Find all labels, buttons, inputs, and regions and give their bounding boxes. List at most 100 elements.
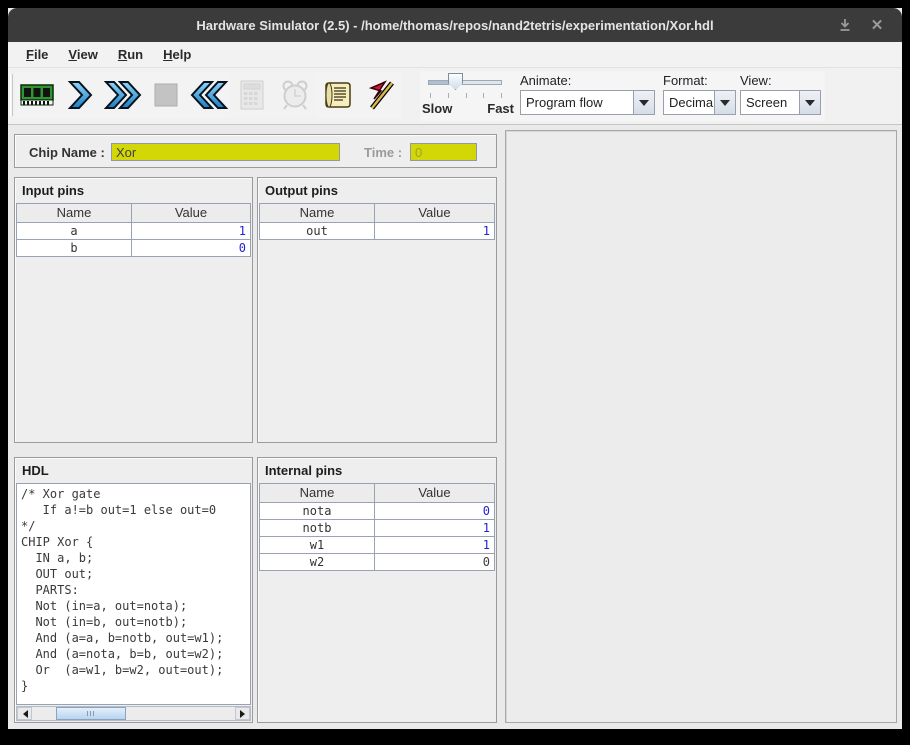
toolbar-grip[interactable] (10, 74, 13, 116)
time-field: 0 (410, 143, 477, 161)
code-line: OUT out; (21, 566, 250, 582)
load-chip-button[interactable] (15, 72, 58, 118)
close-icon[interactable]: ✕ (866, 15, 888, 35)
toolbar: Slow Fast Animate: Program flow Format: … (8, 68, 902, 125)
format-select[interactable]: Decimal (663, 90, 736, 115)
table-row: out 1 (260, 223, 494, 240)
view-group: View: Screen (736, 71, 825, 121)
pin-name: w2 (260, 554, 375, 570)
clock-button (273, 72, 316, 118)
pin-name: a (17, 223, 132, 239)
output-pins-table: Name Value out 1 (259, 203, 495, 240)
scroll-thumb[interactable] (56, 707, 126, 720)
reset-button[interactable] (187, 72, 230, 118)
code-line: If a!=b out=1 else out=0 (21, 502, 250, 518)
window-title: Hardware Simulator (2.5) - /home/thomas/… (8, 18, 902, 33)
slow-label: Slow (422, 101, 452, 116)
pin-value[interactable]: 1 (132, 223, 250, 239)
menu-view[interactable]: View (58, 44, 107, 65)
titlebar: Hardware Simulator (2.5) - /home/thomas/… (8, 8, 902, 42)
toolbar-buttons (15, 72, 402, 118)
chip-name-label: Chip Name : (29, 145, 105, 160)
output-pins-panel: Output pins Name Value out 1 (257, 177, 497, 443)
speed-slider-track[interactable] (428, 80, 502, 85)
double-chevron-left-icon (189, 78, 229, 112)
run-button[interactable] (101, 72, 144, 118)
chevron-down-icon[interactable] (799, 91, 820, 114)
table-row: w2 0 (260, 554, 494, 571)
time-label: Time : (364, 145, 402, 160)
animate-select[interactable]: Program flow (520, 90, 655, 115)
hdl-panel: HDL /* Xor gate If a!=b out=1 else out=0… (14, 457, 253, 723)
screen-panel (505, 130, 897, 723)
speed-slider-ticks (430, 93, 502, 98)
view-select[interactable]: Screen (740, 90, 821, 115)
red-flag-icon (364, 78, 398, 112)
pin-value: 0 (375, 503, 494, 519)
breakpoints-button[interactable] (359, 72, 402, 118)
double-chevron-right-icon (103, 78, 143, 112)
main-area: Chip Name : Xor Time : 0 Input pins Name… (8, 125, 902, 729)
format-group: Format: Decimal (659, 71, 740, 121)
pin-name: w1 (260, 537, 375, 553)
scroll-track[interactable] (32, 707, 235, 720)
code-line: /* Xor gate (21, 486, 250, 502)
animate-value: Program flow (521, 91, 633, 114)
pin-value[interactable]: 0 (132, 240, 250, 256)
animate-label: Animate: (520, 73, 655, 88)
format-value: Decimal (664, 91, 714, 114)
column-header-value: Value (132, 204, 250, 222)
pin-name: out (260, 223, 375, 239)
scroll-icon (322, 79, 354, 111)
pin-value: 1 (375, 223, 494, 239)
stop-button[interactable] (144, 72, 187, 118)
chip-name-field[interactable]: Xor (111, 143, 340, 161)
code-line: Or (a=w1, b=w2, out=out); (21, 662, 250, 678)
menu-run[interactable]: Run (108, 44, 153, 65)
pin-value: 1 (375, 537, 494, 553)
gray-square-icon (154, 83, 178, 107)
view-label: View: (740, 73, 821, 88)
speed-slider-thumb[interactable] (448, 73, 463, 90)
code-line: Not (in=b, out=notb); (21, 614, 250, 630)
minimize-icon[interactable] (834, 15, 856, 35)
triangle-left-icon (19, 710, 28, 718)
hdl-horizontal-scrollbar[interactable] (16, 706, 251, 721)
code-line: And (a=a, b=notb, out=w1); (21, 630, 250, 646)
animate-group: Animate: Program flow (516, 71, 659, 121)
code-line: And (a=nota, b=b, out=w2); (21, 646, 250, 662)
chevron-down-icon[interactable] (633, 91, 654, 114)
column-header-name: Name (17, 204, 132, 222)
code-line: CHIP Xor { (21, 534, 250, 550)
view-value: Screen (741, 91, 799, 114)
scroll-left-button[interactable] (17, 707, 32, 720)
calculator-icon (238, 79, 266, 111)
view-script-button[interactable] (316, 72, 359, 118)
pin-name: b (17, 240, 132, 256)
format-label: Format: (663, 73, 736, 88)
calculator-button (230, 72, 273, 118)
hdl-title: HDL (15, 458, 252, 482)
alarm-clock-icon (279, 79, 311, 111)
internal-pins-title: Internal pins (258, 458, 496, 482)
internal-pins-table: Name Value nota 0 notb 1 w1 1 w2 0 (259, 483, 495, 571)
table-row: notb 1 (260, 520, 494, 537)
menu-file[interactable]: File (16, 44, 58, 65)
code-line: IN a, b; (21, 550, 250, 566)
menu-help[interactable]: Help (153, 44, 201, 65)
column-header-name: Name (260, 204, 375, 222)
table-row: w1 1 (260, 537, 494, 554)
single-step-button[interactable] (58, 72, 101, 118)
chip-name-bar: Chip Name : Xor Time : 0 (14, 134, 497, 168)
menubar: File View Run Help (8, 42, 902, 68)
hdl-code-area: /* Xor gate If a!=b out=1 else out=0 */ … (16, 483, 251, 705)
chevron-down-icon[interactable] (714, 91, 735, 114)
pin-name: notb (260, 520, 375, 536)
internal-pins-panel: Internal pins Name Value nota 0 notb 1 w… (257, 457, 497, 723)
scroll-right-button[interactable] (235, 707, 250, 720)
app-window: Hardware Simulator (2.5) - /home/thomas/… (8, 8, 902, 729)
table-row: a 1 (17, 223, 250, 240)
pin-value: 0 (375, 554, 494, 570)
input-pins-title: Input pins (15, 178, 252, 202)
output-pins-title: Output pins (258, 178, 496, 202)
